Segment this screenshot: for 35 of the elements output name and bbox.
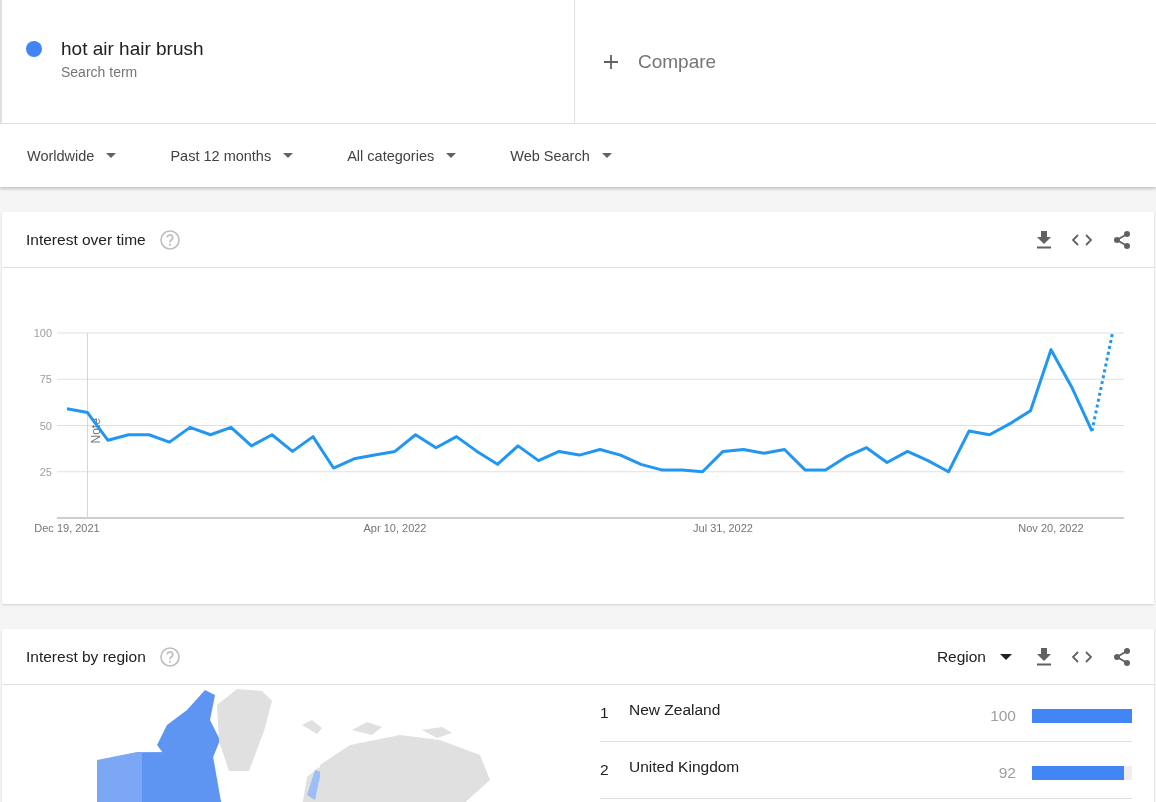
axis-tick-label: Dec 19, 2021 [34,522,100,534]
filter-dropdown[interactable]: Web Search [510,147,612,164]
axis-tick-label: 25 [39,465,52,478]
resolution-dropdown[interactable]: Region [936,647,1012,666]
share-icon[interactable] [1112,229,1132,250]
search-term[interactable]: hot air hair brush [61,38,204,60]
region-value: 92 [998,764,1016,782]
download-icon[interactable] [1036,647,1052,666]
region-name[interactable]: United Kingdom [629,758,999,776]
caret-icon [446,153,457,158]
axis-tick-label: Nov 20, 2022 [1018,522,1084,534]
caret-icon [601,153,612,158]
axis-tick-label: 50 [39,419,52,432]
filter-dropdown[interactable]: All categories [347,147,457,164]
rank-number: 1 [600,704,610,722]
axis-tick-label: 75 [39,373,52,386]
axis-tick-label: Apr 10, 2022 [363,522,427,534]
embed-icon[interactable] [1072,233,1092,246]
share-icon[interactable] [1112,646,1132,667]
caret-icon [1000,653,1012,660]
axis-tick-label: 100 [33,327,52,339]
filter-dropdown[interactable]: Worldwide [27,147,117,164]
filter-dropdown[interactable]: Past 12 months [170,147,294,164]
embed-icon[interactable] [1072,650,1092,663]
card-title: Interest over time [26,230,146,249]
region-value: 100 [990,707,1016,725]
download-icon[interactable] [1036,230,1052,249]
rank-number: 2 [600,761,610,779]
card-title: Interest by region [26,647,146,666]
axis-tick-label: Jul 31, 2022 [693,522,753,534]
caret-icon [106,153,117,158]
region-name[interactable]: New Zealand [629,701,991,719]
caret-icon [283,153,294,158]
plus-icon [604,54,618,69]
search-term-caption: Search term [61,64,139,80]
